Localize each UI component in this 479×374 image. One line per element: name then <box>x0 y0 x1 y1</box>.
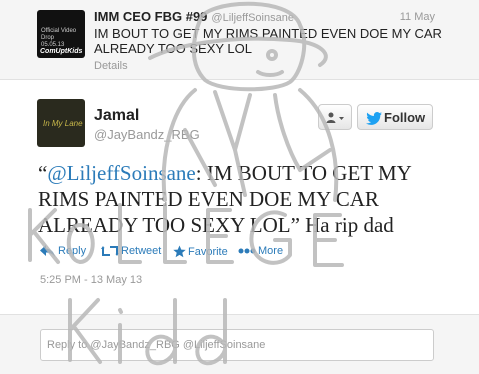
person-icon <box>326 112 344 123</box>
follow-button[interactable]: Follow <box>357 104 433 130</box>
retweet-icon <box>101 246 119 257</box>
tweet-author[interactable]: IMM CEO FBG #99 @LiljeffSoinsane <box>94 9 294 24</box>
author-name[interactable]: IMM CEO FBG #99 <box>94 9 207 24</box>
reply-arrow-icon <box>40 245 55 258</box>
author-handle[interactable]: @LiljeffSoinsane <box>211 12 294 24</box>
quote-open: “ <box>38 161 48 185</box>
tweet-date[interactable]: 11 May <box>400 11 435 23</box>
more-button[interactable]: More <box>238 245 283 257</box>
tweet-text: IM BOUT TO GET MY RIMS PAINTED EVEN DOE … <box>94 26 442 56</box>
favorite-button[interactable]: Favorite <box>173 245 228 258</box>
author-handle[interactable]: @JayBandz_RBG <box>94 127 200 142</box>
reply-area <box>0 314 479 374</box>
author-name[interactable]: Jamal <box>94 107 139 125</box>
avatar[interactable]: Official Video Drop 05.05.13 ComUptKids <box>37 10 85 58</box>
details-link[interactable]: Details <box>94 60 128 72</box>
reply-button[interactable]: Reply <box>40 245 86 258</box>
previous-tweet[interactable]: Official Video Drop 05.05.13 ComUptKids I… <box>0 0 479 80</box>
avatar[interactable]: In My Lane <box>37 99 85 147</box>
retweet-button[interactable]: Retweet <box>101 245 161 257</box>
tweet-text: “@LiljeffSoinsane: IM BOUT TO GET MY RIM… <box>38 160 448 238</box>
avatar-caption: In My Lane <box>43 119 83 128</box>
star-icon <box>173 245 186 258</box>
reply-input[interactable] <box>40 329 434 361</box>
tweet-timestamp[interactable]: 5:25 PM - 13 May 13 <box>40 274 142 286</box>
follow-label: Follow <box>384 110 426 125</box>
user-actions-button[interactable] <box>318 104 352 130</box>
twitter-bird-icon <box>366 112 382 125</box>
avatar-caption: Official Video Drop 05.05.13 <box>41 28 77 48</box>
more-dots-icon <box>238 248 256 254</box>
avatar-logo-text: ComUptKids <box>40 48 83 55</box>
mention-link[interactable]: @LiljeffSoinsane <box>47 161 195 185</box>
